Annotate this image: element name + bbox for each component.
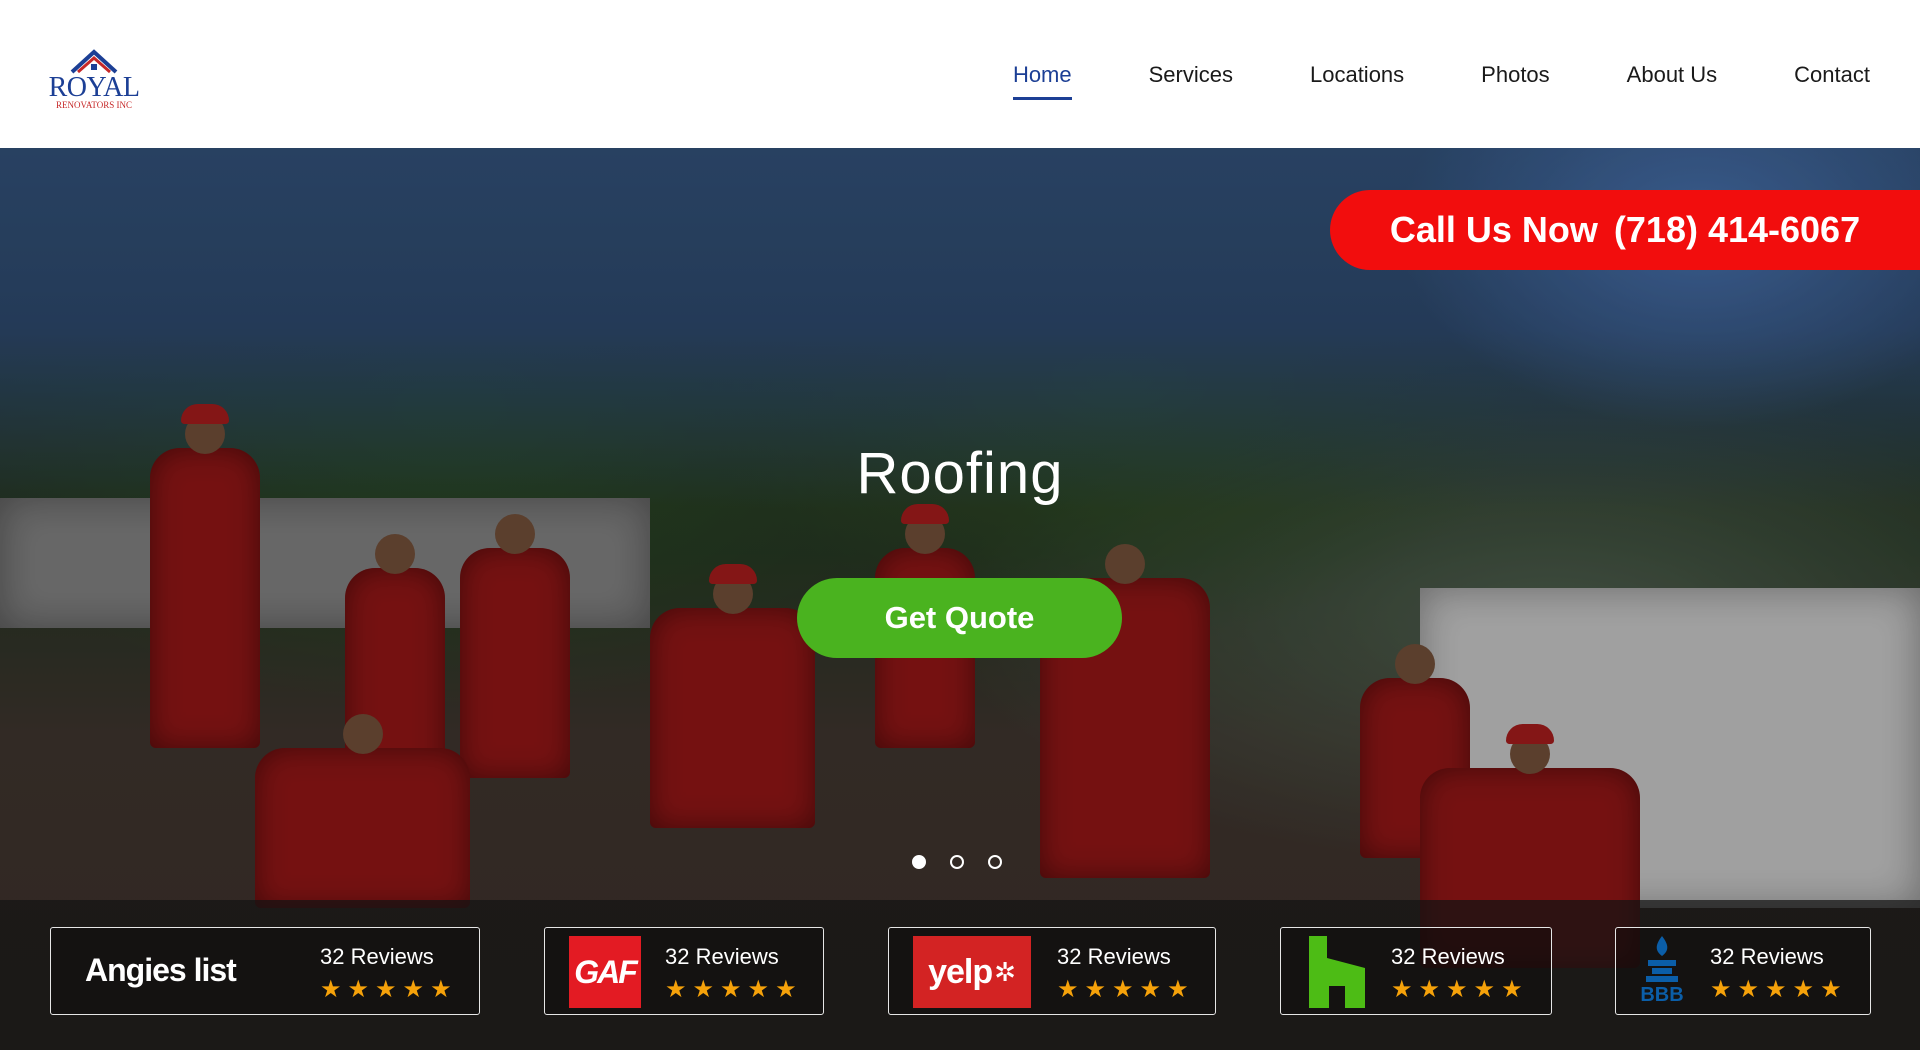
review-card-yelp[interactable]: yelp ✲ 32 Reviews ★★★★★ <box>888 927 1216 1015</box>
reviews-bar: Angies list 32 Reviews ★★★★★ GAF 32 Revi… <box>0 900 1920 1050</box>
review-count: 32 Reviews <box>665 944 779 969</box>
star-icon: ★★★★★ <box>1391 976 1529 1003</box>
get-quote-button[interactable]: Get Quote <box>797 578 1122 658</box>
review-card-gaf[interactable]: GAF 32 Reviews ★★★★★ <box>544 927 824 1015</box>
angies-list-logo-icon: Angies list <box>85 952 255 992</box>
gaf-logo-icon: GAF <box>569 936 641 1008</box>
slider-dot-1[interactable] <box>912 855 926 869</box>
review-count: 32 Reviews <box>1391 944 1505 969</box>
houzz-logo-icon <box>1305 936 1369 1008</box>
review-count: 32 Reviews <box>1710 944 1824 969</box>
yelp-logo-text: yelp <box>928 952 993 991</box>
logo-subtitle: RENOVATORS INC <box>56 100 132 110</box>
yelp-logo-icon: yelp ✲ <box>913 936 1031 1008</box>
star-icon: ★★★★★ <box>1057 976 1195 1003</box>
slider-pagination <box>912 855 1002 869</box>
yelp-burst-icon: ✲ <box>994 956 1016 987</box>
bbb-torch-icon <box>1646 936 1678 982</box>
main-nav: Home Services Locations Photos About Us … <box>936 60 1870 100</box>
nav-home[interactable]: Home <box>1012 60 1072 100</box>
slider-dot-2[interactable] <box>950 855 964 869</box>
call-us-now-button[interactable]: Call Us Now (718) 414-6067 <box>1330 190 1920 270</box>
gaf-logo-text: GAF <box>574 953 638 990</box>
bbb-logo-icon: BBB <box>1638 934 1686 1010</box>
nav-contact[interactable]: Contact <box>1794 60 1870 90</box>
review-count: 32 Reviews <box>320 944 434 969</box>
review-count: 32 Reviews <box>1057 944 1171 969</box>
review-card-angies-list[interactable]: Angies list 32 Reviews ★★★★★ <box>50 927 480 1015</box>
houzz-h-shape <box>1309 936 1365 1008</box>
logo-wordmark: ROYAL <box>48 72 140 103</box>
star-icon: ★★★★★ <box>665 976 803 1003</box>
nav-services[interactable]: Services <box>1149 60 1233 90</box>
review-card-houzz[interactable]: 32 Reviews ★★★★★ <box>1280 927 1552 1015</box>
star-icon: ★★★★★ <box>1710 976 1848 1003</box>
nav-photos[interactable]: Photos <box>1481 60 1550 90</box>
star-icon: ★★★★★ <box>320 976 458 1003</box>
nav-locations[interactable]: Locations <box>1310 60 1404 90</box>
site-header: ROYAL RENOVATORS INC Home Services Locat… <box>0 0 1920 148</box>
call-label: Call Us Now <box>1389 209 1598 250</box>
nav-about-us[interactable]: About Us <box>1627 60 1718 90</box>
slider-dot-3[interactable] <box>988 855 1002 869</box>
angies-list-logo-text: Angies list <box>85 952 237 988</box>
call-phone-number: (718) 414-6067 <box>1613 209 1861 250</box>
royal-renovators-logo[interactable]: ROYAL RENOVATORS INC <box>48 48 140 112</box>
bbb-logo-text: BBB <box>1640 984 1684 1006</box>
hero-slider: Call Us Now (718) 414-6067 Roofing Get Q… <box>0 148 1920 1050</box>
review-card-bbb[interactable]: BBB 32 Reviews ★★★★★ <box>1615 927 1871 1015</box>
hero-title: Roofing <box>856 441 1064 506</box>
